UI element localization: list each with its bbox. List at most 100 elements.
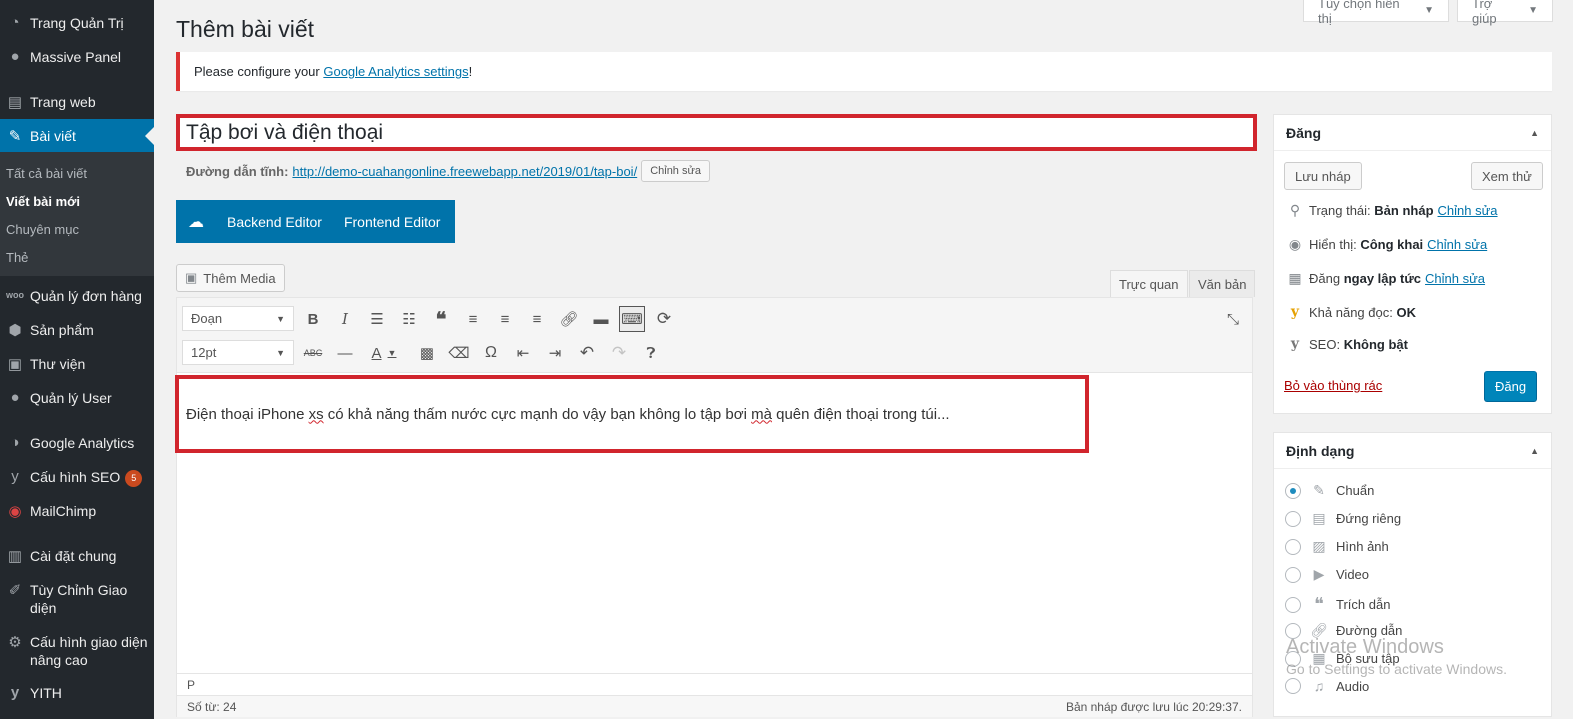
- radio-button[interactable]: [1285, 622, 1301, 639]
- post-content-area[interactable]: Điện thoại iPhone xs có khả năng thấm nư…: [175, 375, 1089, 453]
- format-option-gallery[interactable]: ▦ Bộ sưu tập: [1285, 650, 1400, 667]
- tab-text[interactable]: Văn bản: [1189, 270, 1256, 297]
- sidebar-item-dashboard[interactable]: ◔ Trang Quản Trị: [0, 14, 154, 32]
- move-to-trash-link[interactable]: Bỏ vào thùng rác: [1284, 378, 1382, 393]
- format-option-quote[interactable]: ❝ Trích dẫn: [1285, 594, 1390, 615]
- sidebar-item-seo[interactable]: y Cấu hình SEO 5: [0, 468, 154, 487]
- publish-button[interactable]: Đăng: [1484, 371, 1538, 402]
- align-right-icon[interactable]: ≡: [524, 306, 550, 332]
- font-size-select[interactable]: 12pt ▼: [182, 340, 294, 365]
- radio-button[interactable]: [1285, 482, 1301, 499]
- sidebar-item-customize[interactable]: ✐ Tùy Chỉnh Giao diện: [0, 581, 154, 617]
- blockquote-icon[interactable]: ❝: [428, 306, 454, 332]
- screen-options-label: Tùy chọn hiển thị: [1318, 0, 1400, 26]
- visibility-row: ◉ Hiển thị: Công khai Chỉnh sửa: [1284, 236, 1487, 253]
- content-part: quên điện thoại trong túi...: [771, 405, 950, 423]
- outdent-icon[interactable]: ⇤: [510, 340, 536, 366]
- format-option-image[interactable]: ▨ Hình ảnh: [1285, 538, 1389, 555]
- submenu-add-new[interactable]: Viết bài mới: [6, 194, 80, 209]
- numbered-list-icon[interactable]: ☷: [396, 306, 422, 332]
- read-more-icon[interactable]: ▬: [588, 306, 614, 332]
- sidebar-item-pages[interactable]: ▤ Trang web: [0, 93, 154, 111]
- fullscreen-icon[interactable]: ⤡: [1220, 306, 1246, 332]
- format-option-video[interactable]: ▶ Video: [1285, 566, 1369, 583]
- format-option-standard[interactable]: ✎ Chuẩn: [1285, 482, 1374, 499]
- save-draft-button[interactable]: Lưu nháp: [1284, 162, 1362, 190]
- radio-button[interactable]: [1285, 510, 1301, 527]
- radio-button[interactable]: [1285, 678, 1301, 694]
- format-label: Trích dẫn: [1336, 597, 1391, 612]
- toolbar-toggle-icon[interactable]: ⌨: [619, 306, 645, 332]
- format-box-header[interactable]: Định dạng ▲: [1274, 433, 1551, 469]
- schedule-label: Đăng: [1309, 271, 1341, 286]
- bullet-list-icon[interactable]: ☰: [364, 306, 390, 332]
- format-option-audio[interactable]: ♫ Audio: [1285, 678, 1369, 694]
- post-title-input[interactable]: Tập bơi và điện thoại: [176, 114, 1257, 151]
- indent-icon[interactable]: ⇥: [542, 340, 568, 366]
- sidebar-item-settings[interactable]: ▥ Cài đặt chung: [0, 547, 154, 565]
- undo-icon[interactable]: ↶: [574, 340, 600, 366]
- screen-options-button[interactable]: Tùy chọn hiển thị ▼: [1303, 0, 1449, 26]
- tab-visual[interactable]: Trực quan: [1110, 270, 1188, 297]
- radio-button[interactable]: [1285, 538, 1301, 555]
- image-icon: ▨: [1312, 538, 1326, 554]
- format-option-link[interactable]: 🔗︎ Đường dẫn: [1285, 622, 1402, 639]
- text-color-icon[interactable]: A ▼: [364, 340, 404, 366]
- submenu-categories[interactable]: Chuyên mục: [6, 222, 79, 237]
- collapse-arrow-icon[interactable]: ▲: [1530, 128, 1539, 138]
- submenu-tags[interactable]: Thẻ: [6, 250, 28, 265]
- sidebar-item-orders[interactable]: woo Quản lý đơn hàng: [0, 287, 154, 305]
- radio-button[interactable]: [1285, 650, 1301, 667]
- help-icon[interactable]: ❓︎: [638, 340, 664, 366]
- sidebar-item-users[interactable]: ● Quản lý User: [0, 389, 154, 407]
- refresh-icon[interactable]: ⟳: [651, 306, 677, 332]
- edit-status-link[interactable]: Chỉnh sửa: [1438, 203, 1498, 218]
- radio-button[interactable]: [1285, 596, 1301, 613]
- sidebar-item-posts[interactable]: ✎ Bài viết: [0, 119, 154, 152]
- sidebar-item-media[interactable]: ▣ Thư viện: [0, 355, 154, 373]
- format-label: Video: [1336, 567, 1370, 582]
- permalink-edit-button[interactable]: Chỉnh sửa: [641, 160, 710, 182]
- clear-format-icon[interactable]: ⌫: [446, 340, 472, 366]
- align-left-icon[interactable]: ≡: [460, 306, 486, 332]
- sidebar-item-advanced-theme[interactable]: ⚙ Cấu hình giao diện nâng cao: [0, 633, 154, 669]
- redo-icon[interactable]: ↷: [606, 340, 632, 366]
- strikethrough-icon[interactable]: ABC: [300, 340, 326, 366]
- special-char-icon[interactable]: Ω: [478, 340, 504, 366]
- calendar-icon: ▦: [1288, 270, 1302, 286]
- preview-button[interactable]: Xem thử: [1471, 162, 1543, 190]
- editor-status-bar: Số từ: 24 Bản nháp được lưu lúc 20:29:37…: [177, 695, 1252, 717]
- link-icon[interactable]: 🔗︎: [556, 306, 582, 332]
- sidebar-item-google-analytics[interactable]: ◑ Google Analytics: [0, 434, 154, 452]
- submenu-all-posts[interactable]: Tất cả bài viết: [6, 166, 87, 181]
- collapse-arrow-icon[interactable]: ▲: [1530, 446, 1539, 456]
- format-box-title: Định dạng: [1286, 442, 1355, 459]
- format-option-aside[interactable]: ▤ Đứng riêng: [1285, 510, 1401, 527]
- add-media-button[interactable]: ▣ Thêm Media: [176, 264, 285, 292]
- paste-text-icon[interactable]: ▩: [414, 340, 440, 366]
- backend-editor-button[interactable]: Backend Editor: [216, 214, 333, 230]
- edit-schedule-link[interactable]: Chỉnh sửa: [1425, 271, 1485, 286]
- align-center-icon[interactable]: ≡: [492, 306, 518, 332]
- sidebar-item-products[interactable]: ⬢ Sản phẩm: [0, 321, 154, 339]
- format-label: Đứng riêng: [1336, 511, 1402, 526]
- frontend-editor-button[interactable]: Frontend Editor: [333, 214, 452, 230]
- bold-icon[interactable]: B: [300, 306, 326, 332]
- format-label: Chuẩn: [1336, 483, 1375, 498]
- sidebar-item-massive-panel[interactable]: ● Massive Panel: [0, 48, 154, 66]
- sidebar-item-mailchimp[interactable]: ◉ MailChimp: [0, 502, 154, 520]
- seo-row: y SEO: Không bật: [1284, 336, 1408, 352]
- horizontal-line-icon[interactable]: —: [332, 340, 358, 366]
- format-select[interactable]: Đoạn ▼: [182, 306, 294, 331]
- permalink-url[interactable]: http://demo-cuahangonline.freewebapp.net…: [292, 164, 637, 179]
- radio-button[interactable]: [1285, 566, 1301, 583]
- edit-visibility-link[interactable]: Chỉnh sửa: [1427, 237, 1487, 252]
- help-button[interactable]: Trợ giúp ▼: [1457, 0, 1553, 26]
- italic-icon[interactable]: I: [332, 306, 358, 332]
- analytics-settings-link[interactable]: Google Analytics settings: [323, 64, 468, 79]
- publish-box-title: Đăng: [1286, 124, 1321, 141]
- publish-box-header[interactable]: Đăng ▲: [1274, 115, 1551, 151]
- pin-icon: ✎: [1313, 482, 1325, 498]
- format-box: Định dạng ▲ ✎ Chuẩn ▤ Đứng riêng ▨ Hình ảnh…: [1273, 432, 1552, 717]
- sidebar-item-yith[interactable]: y YITH: [0, 684, 154, 702]
